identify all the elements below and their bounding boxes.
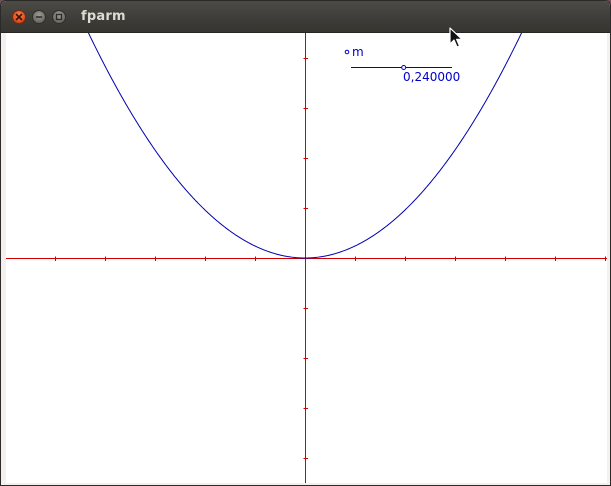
title-bar[interactable]: fparm	[1, 1, 610, 33]
close-icon	[15, 13, 23, 21]
mouse-pointer-icon	[449, 27, 463, 53]
maximize-button[interactable]	[52, 10, 66, 24]
slider-label-point-icon	[344, 49, 350, 55]
app-window: fparm m 0,240000	[0, 0, 611, 486]
minimize-icon	[35, 13, 43, 21]
parameter-slider[interactable]: m 0,240000	[344, 45, 460, 84]
minimize-button[interactable]	[32, 10, 46, 24]
plot-canvas[interactable]: m 0,240000	[6, 33, 607, 483]
slider-label: m	[352, 45, 364, 59]
maximize-icon	[55, 13, 63, 21]
close-button[interactable]	[12, 10, 26, 24]
parabola-curve	[87, 33, 523, 259]
slider-value: 0,240000	[403, 70, 460, 84]
slider-handle[interactable]	[401, 65, 407, 70]
window-title: fparm	[81, 9, 126, 24]
plot-svg: m 0,240000	[6, 33, 607, 483]
